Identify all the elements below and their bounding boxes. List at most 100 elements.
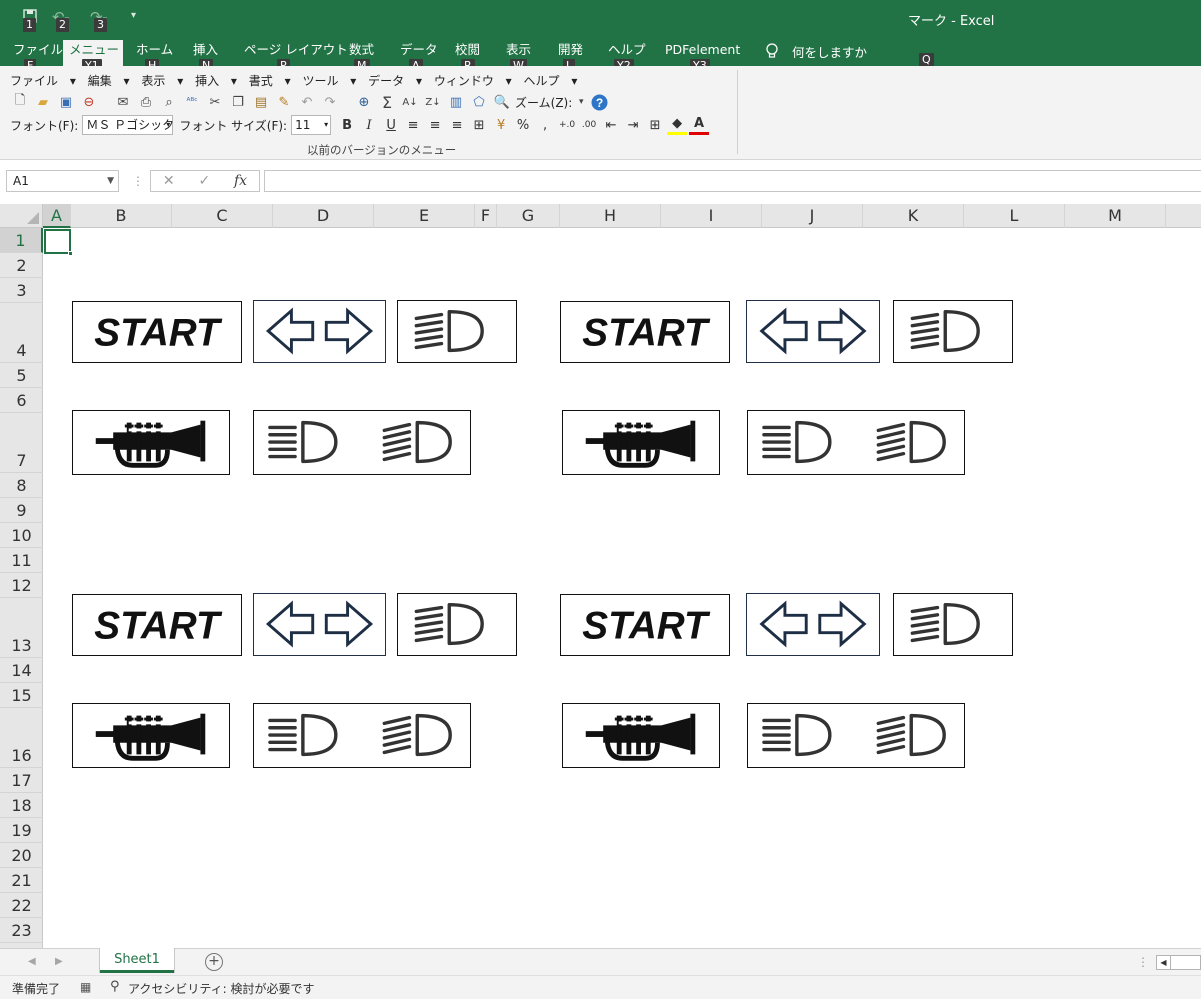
- redo-icon[interactable]: ↷: [320, 93, 340, 111]
- undo-icon[interactable]: ↶: [297, 93, 317, 111]
- permission-icon[interactable]: ⊖: [79, 93, 99, 111]
- menu-help[interactable]: ヘルプ ▾: [524, 74, 578, 88]
- chart-icon[interactable]: ▥: [446, 93, 466, 111]
- column-header-b[interactable]: B: [71, 204, 172, 228]
- row-header-1[interactable]: 1: [0, 228, 43, 253]
- tab-split-grip[interactable]: ⋮: [1137, 955, 1149, 969]
- column-header-m[interactable]: M: [1065, 204, 1166, 228]
- spelling-icon[interactable]: ᴬᴮᶜ: [182, 93, 202, 111]
- hyperlink-icon[interactable]: ⊕: [354, 93, 374, 111]
- accessibility-status[interactable]: アクセシビリティ: 検討が必要です: [128, 980, 315, 997]
- column-header-d[interactable]: D: [273, 204, 374, 228]
- row-header-5[interactable]: 5: [0, 363, 43, 388]
- font-name-combo[interactable]: ＭＳ Ｐゴシック ▾: [82, 115, 174, 135]
- fill-handle[interactable]: [68, 251, 73, 256]
- borders-icon[interactable]: ⊞: [645, 115, 665, 135]
- column-header-c[interactable]: C: [172, 204, 273, 228]
- new-file-icon[interactable]: 🗋: [10, 93, 30, 111]
- worksheet-grid[interactable]: ABCDEFGHIJKLM 1 2 3 4 5 6 7 8 9 10 11 12 13 14 15 16 17 1…: [0, 204, 1201, 948]
- column-header-i[interactable]: I: [661, 204, 762, 228]
- row-header-11[interactable]: 11: [0, 548, 43, 573]
- start-mark[interactable]: START: [72, 301, 242, 363]
- row-header-3[interactable]: 3: [0, 278, 43, 303]
- turn-signal-mark[interactable]: [253, 300, 386, 363]
- formula-bar-grip[interactable]: ⋮: [132, 174, 144, 188]
- merge-center-icon[interactable]: ⊞: [469, 115, 489, 135]
- turn-signal-mark[interactable]: [746, 593, 880, 656]
- scroll-left-arrow-icon[interactable]: ◀: [1157, 956, 1171, 969]
- print-icon[interactable]: ⎙: [136, 93, 156, 111]
- zoom-icon[interactable]: 🔍: [492, 93, 512, 111]
- tab-page-layout[interactable]: ページ レイアウト: [238, 40, 354, 66]
- menu-tools[interactable]: ツール ▾: [302, 74, 356, 88]
- format-painter-icon[interactable]: ✎: [274, 93, 294, 111]
- horn-mark[interactable]: [562, 703, 720, 768]
- horn-mark[interactable]: [72, 410, 230, 475]
- column-header-e[interactable]: E: [374, 204, 475, 228]
- column-header-f[interactable]: F: [475, 204, 497, 228]
- row-header-21[interactable]: 21: [0, 868, 43, 893]
- increase-decimal-icon[interactable]: +.0: [557, 115, 577, 135]
- menu-view[interactable]: 表示 ▾: [141, 74, 183, 88]
- open-folder-icon[interactable]: ▰: [33, 93, 53, 111]
- percent-button[interactable]: %: [513, 115, 533, 135]
- row-header-12[interactable]: 12: [0, 573, 43, 598]
- horizontal-scrollbar[interactable]: ◀: [1156, 955, 1201, 970]
- font-color-button[interactable]: A: [689, 115, 710, 135]
- horn-mark[interactable]: [72, 703, 230, 768]
- italic-button[interactable]: I: [359, 115, 379, 135]
- column-header-j[interactable]: J: [762, 204, 863, 228]
- fill-color-icon[interactable]: ◆: [667, 115, 688, 135]
- row-header-16[interactable]: 16: [0, 708, 43, 768]
- align-left-icon[interactable]: ≡: [403, 115, 423, 135]
- help-icon[interactable]: ?: [589, 93, 609, 111]
- sheet-tab-sheet1[interactable]: Sheet1: [100, 948, 174, 973]
- menu-data[interactable]: データ ▾: [368, 74, 422, 88]
- cut-icon[interactable]: ✂: [205, 93, 225, 111]
- name-box[interactable]: A1 ▼: [6, 170, 119, 192]
- align-right-icon[interactable]: ≡: [447, 115, 467, 135]
- sort-descending-icon[interactable]: Z↓: [423, 93, 443, 111]
- turn-signal-mark[interactable]: [253, 593, 386, 656]
- enter-button[interactable]: ✓: [198, 173, 210, 189]
- menu-file[interactable]: ファイル ▾: [10, 74, 76, 88]
- increase-indent-icon[interactable]: ⇥: [623, 115, 643, 135]
- sort-ascending-icon[interactable]: A↓: [400, 93, 420, 111]
- high-beam-mark[interactable]: [893, 593, 1013, 656]
- row-header-10[interactable]: 10: [0, 523, 43, 548]
- shapes-icon[interactable]: ⬠: [469, 93, 489, 111]
- currency-icon[interactable]: ¥: [491, 115, 511, 135]
- row-header-2[interactable]: 2: [0, 253, 43, 278]
- high-beam-mark[interactable]: [397, 300, 517, 363]
- turn-signal-mark[interactable]: [746, 300, 880, 363]
- column-header-l[interactable]: L: [964, 204, 1065, 228]
- zoom-dropdown[interactable]: ▾: [576, 93, 586, 111]
- menu-insert[interactable]: 挿入 ▾: [195, 74, 237, 88]
- email-icon[interactable]: ✉: [113, 93, 133, 111]
- column-header-k[interactable]: K: [863, 204, 964, 228]
- macro-record-icon[interactable]: ▦: [80, 980, 91, 994]
- low-beam-mark[interactable]: [253, 410, 471, 475]
- low-beam-mark[interactable]: [747, 410, 965, 475]
- low-beam-mark[interactable]: [747, 703, 965, 768]
- row-header-14[interactable]: 14: [0, 658, 43, 683]
- row-header-22[interactable]: 22: [0, 893, 43, 918]
- decrease-decimal-icon[interactable]: .00: [579, 115, 599, 135]
- scroll-left-icon[interactable]: ◀: [28, 956, 36, 967]
- paste-icon[interactable]: ▤: [251, 93, 271, 111]
- active-cell[interactable]: [44, 229, 73, 256]
- low-beam-mark[interactable]: [253, 703, 471, 768]
- row-header-13[interactable]: 13: [0, 598, 43, 658]
- start-mark[interactable]: START: [560, 594, 730, 656]
- high-beam-mark[interactable]: [397, 593, 517, 656]
- tab-file[interactable]: ファイル: [7, 40, 69, 66]
- row-header-9[interactable]: 9: [0, 498, 43, 523]
- accessibility-icon[interactable]: ⚲: [110, 979, 120, 994]
- copy-icon[interactable]: ❐: [228, 93, 248, 111]
- row-header-15[interactable]: 15: [0, 683, 43, 708]
- decrease-indent-icon[interactable]: ⇤: [601, 115, 621, 135]
- row-header-17[interactable]: 17: [0, 768, 43, 793]
- row-header-20[interactable]: 20: [0, 843, 43, 868]
- bold-button[interactable]: B: [337, 115, 357, 135]
- add-sheet-button[interactable]: +: [205, 953, 223, 971]
